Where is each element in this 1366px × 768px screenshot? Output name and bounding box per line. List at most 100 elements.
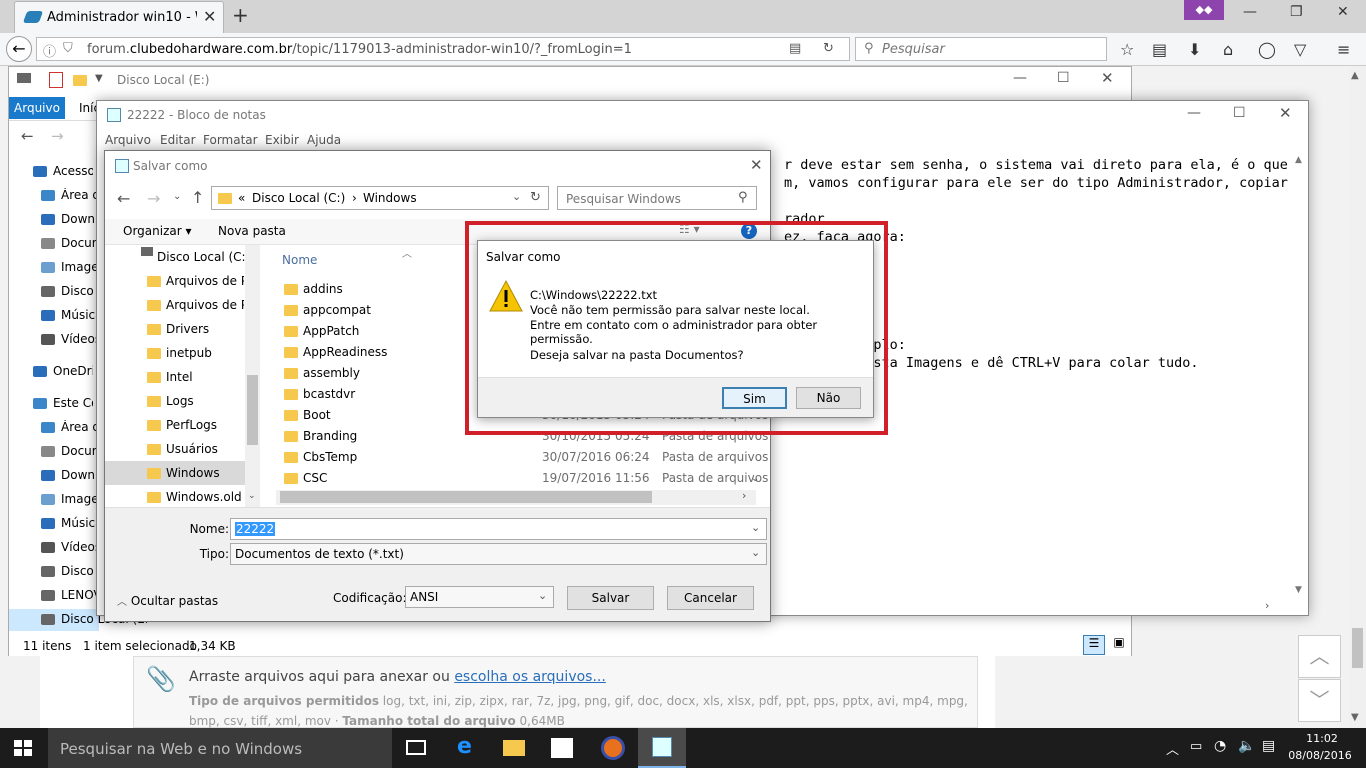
nav-item[interactable]: Vídeos (9, 329, 101, 351)
nav-item[interactable]: Downl (9, 209, 99, 231)
browser-search-bar[interactable]: ⚲ Pesquisar (855, 37, 1107, 61)
tree-item[interactable]: Logs (105, 389, 245, 413)
store-icon[interactable] (551, 738, 573, 758)
volume-icon[interactable]: 🔈 (1238, 738, 1255, 754)
cancel-button[interactable]: Cancelar (667, 586, 754, 610)
dialog-close-icon[interactable]: ✕ (750, 156, 763, 174)
nav-item[interactable]: Acesso r (9, 161, 99, 183)
scroll-top-button[interactable]: ︿ (1298, 635, 1341, 678)
nav-item[interactable]: Downl (9, 465, 99, 487)
large-icons-view-icon[interactable]: ▣ (1109, 635, 1129, 655)
quick-access-dropdown-icon[interactable]: ▼ (95, 73, 103, 84)
home-icon[interactable]: ⌂ (1223, 40, 1233, 59)
nav-item[interactable]: Área d (9, 417, 100, 439)
nav-item[interactable]: Docum (9, 233, 101, 255)
power-icon[interactable]: ▭ (1190, 739, 1202, 754)
address-bar[interactable]: « Disco Local (C:) › Windows ⌄ ↻ (211, 186, 549, 210)
refresh-icon[interactable]: ↻ (530, 190, 541, 205)
edge-icon[interactable]: e (457, 734, 472, 759)
bookmarks-list-icon[interactable]: ▤ (1152, 40, 1167, 59)
minimize-icon[interactable]: — (1243, 4, 1257, 20)
save-button[interactable]: Salvar (567, 586, 654, 610)
browser-tab[interactable]: Administrador win10 - Wi... ✕ (14, 1, 224, 33)
back-button[interactable]: ← (6, 36, 32, 62)
tree-item[interactable]: Arquivos de Pr (105, 293, 245, 317)
nav-item[interactable]: Disco L (9, 281, 101, 303)
notepad-taskbar-button[interactable] (638, 728, 686, 768)
shield-icon[interactable]: ⛉ (63, 41, 73, 56)
scroll-bottom-button[interactable]: ﹀ (1298, 679, 1341, 722)
tree-item[interactable]: Intel (105, 365, 245, 389)
notepad-vscrollbar[interactable]: ▲ ▼ (1291, 151, 1308, 599)
ribbon-tab-file[interactable]: Arquivo (9, 97, 65, 119)
reader-view-icon[interactable]: ▤ (789, 41, 801, 56)
explorer-back-icon[interactable]: ← (21, 127, 34, 145)
notepad-minimize-icon[interactable]: — (1187, 105, 1201, 121)
up-folder-icon[interactable]: ↑ (191, 188, 204, 207)
task-view-icon[interactable] (406, 740, 426, 755)
explorer-close-icon[interactable]: ✕ (1101, 69, 1114, 87)
address-dropdown-icon[interactable]: ⌄ (512, 190, 521, 203)
nav-item[interactable]: Área d (9, 185, 100, 207)
breadcrumb-drive[interactable]: Disco Local (C:) (252, 191, 345, 205)
start-button[interactable] (14, 740, 32, 756)
dialog-back-icon[interactable]: ← (117, 189, 130, 208)
bookmark-star-icon[interactable]: ☆ (1120, 40, 1134, 59)
nav-item[interactable]: Este Con (9, 393, 99, 415)
new-folder-button[interactable]: Nova pasta (218, 224, 286, 238)
tree-item[interactable]: Windows (105, 461, 245, 485)
tree-item[interactable]: Windows.old (105, 485, 245, 509)
recent-locations-icon[interactable]: ⌄ (173, 191, 181, 202)
tree-drive-label[interactable]: Disco Local (C:) (157, 245, 257, 269)
explorer-forward-icon[interactable]: → (51, 127, 64, 145)
taskbar-search[interactable]: Pesquisar na Web e no Windows (48, 728, 392, 768)
organize-button[interactable]: Organizar ▾ (123, 224, 192, 238)
no-button[interactable]: Não (796, 387, 861, 409)
yes-button[interactable]: Sim (722, 387, 787, 409)
column-header-name[interactable]: Nome (282, 253, 317, 267)
url-bar[interactable]: ⓘ ⛉ forum.clubedohardware.com.br/topic/1… (36, 37, 850, 61)
filename-dropdown-icon[interactable]: ⌄ (751, 521, 760, 534)
restore-icon[interactable]: ❐ (1290, 4, 1303, 20)
tree-item[interactable]: Drivers (105, 317, 245, 341)
firefox-icon[interactable] (601, 736, 625, 760)
attachment-area[interactable]: 📎 Arraste arquivos aqui para anexar ou e… (133, 656, 978, 728)
new-tab-button[interactable]: + (232, 3, 249, 27)
nav-item[interactable]: OneDriv (9, 361, 99, 383)
tree-item[interactable]: inetpub (105, 341, 245, 365)
tree-item[interactable]: Usuários (105, 437, 245, 461)
wifi-icon[interactable]: ◔ (1214, 738, 1226, 754)
info-icon[interactable]: ⓘ (43, 41, 56, 60)
pocket-icon[interactable]: ▽ (1294, 40, 1306, 59)
encoding-select[interactable]: ANSI ⌄ (405, 586, 554, 608)
file-explorer-taskbar-icon[interactable] (503, 740, 525, 756)
notepad-close-icon[interactable]: ✕ (1279, 104, 1292, 122)
chat-icon[interactable]: ◯ (1258, 40, 1276, 59)
filename-input[interactable]: 22222 ⌄ (230, 518, 767, 540)
details-view-icon[interactable]: ☰ (1083, 635, 1105, 655)
new-folder-icon[interactable] (73, 75, 87, 86)
tree-item[interactable]: Arquivos de Pr (105, 269, 245, 293)
file-list-scroll-down-icon[interactable]: ⌄ (751, 473, 759, 484)
dialog-search-field[interactable]: Pesquisar Windows ⚲ (557, 186, 757, 210)
nav-item[interactable]: Disco L (9, 561, 101, 583)
tab-close-icon[interactable]: ✕ (203, 7, 216, 26)
url-text[interactable]: forum.clubedohardware.com.br/topic/11790… (87, 42, 632, 57)
menu-editar[interactable]: Editar (160, 133, 196, 147)
file-row[interactable]: CbsTemp 30/07/2016 06:24 Pasta de arquivos (280, 447, 768, 468)
filetype-select[interactable]: Documentos de texto (*.txt) ⌄ (230, 543, 767, 565)
explorer-maximize-icon[interactable]: ☐ (1057, 70, 1070, 86)
explorer-minimize-icon[interactable]: — (1013, 70, 1027, 86)
reload-icon[interactable]: ↻ (823, 41, 834, 56)
filetype-dropdown-icon[interactable]: ⌄ (751, 546, 760, 559)
menu-icon[interactable]: ≡ (1337, 40, 1350, 59)
downloads-icon[interactable]: ⬇ (1188, 40, 1201, 59)
notifications-icon[interactable]: ▤ (1262, 738, 1275, 754)
clock-date[interactable]: 08/08/2016 (1286, 749, 1354, 762)
properties-icon[interactable] (49, 72, 63, 88)
nav-item[interactable]: Música (9, 513, 101, 535)
tree-scrollbar[interactable]: ⌄ (245, 245, 260, 507)
tray-chevron-icon[interactable]: ︿ (1166, 739, 1179, 758)
file-list-hscrollbar[interactable]: › (276, 489, 756, 505)
choose-files-link[interactable]: escolha os arquivos... (454, 669, 606, 685)
